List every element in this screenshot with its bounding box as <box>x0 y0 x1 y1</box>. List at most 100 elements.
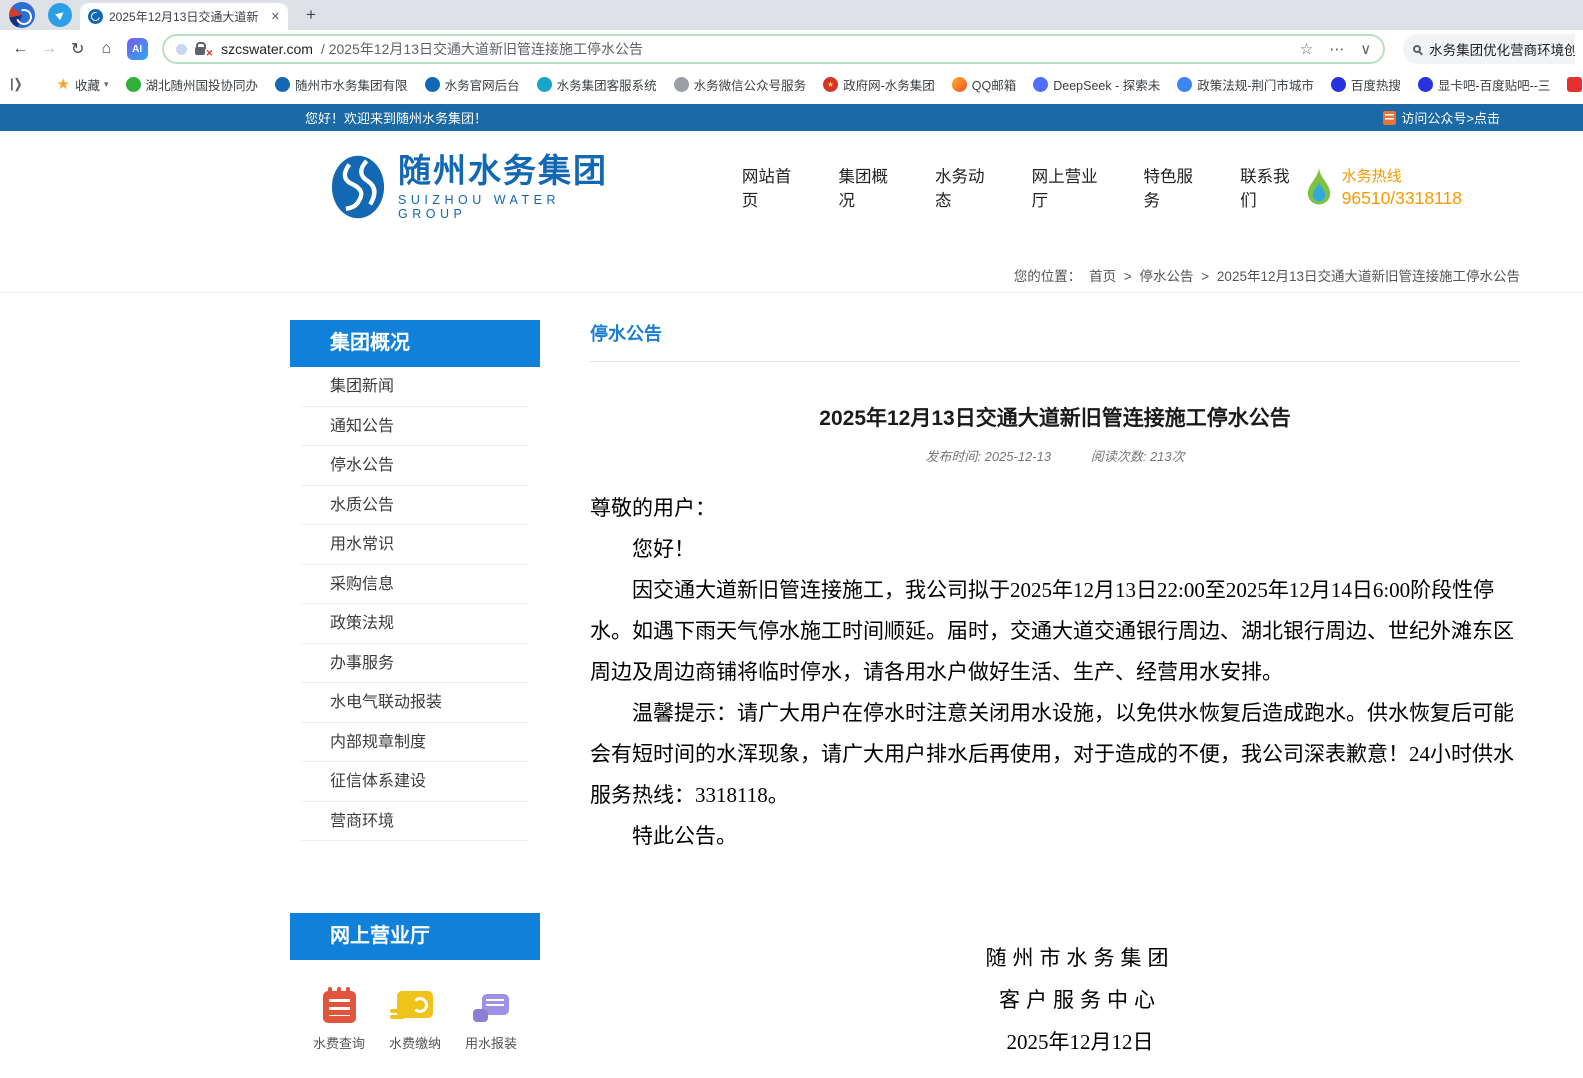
url-bar[interactable]: ✕ szcswater.com / 2025年12月13日交通大道新旧管连接施工… <box>162 34 1386 64</box>
service-bill-payment[interactable]: 水费缴纳 <box>378 985 452 1052</box>
bookmark-label: 政策法规-荆门市城市 <box>1197 75 1314 94</box>
logo-swirl-icon <box>330 154 386 220</box>
sidebar-item-internal-rules[interactable]: 内部规章制度 <box>301 723 529 763</box>
favorites-menu[interactable]: ★ 收藏 ▾ <box>57 75 109 94</box>
nav-online-hall[interactable]: 网上营业厅 <box>1030 157 1111 217</box>
site-favicon-icon <box>88 9 103 24</box>
url-domain: szcswater.com <box>221 41 313 57</box>
bookmark-label: 百度热搜 <box>1351 75 1401 94</box>
nav-group-overview[interactable]: 集团概况 <box>836 157 902 217</box>
hotline-number: 96510/3318118 <box>1342 188 1462 209</box>
bookmark-label: 政府网-水务集团 <box>843 75 935 94</box>
welcome-text: 您好！欢迎来到随州水务集团！ <box>305 108 487 127</box>
telegram-icon[interactable]: ▶ <box>48 3 72 27</box>
bookmark-item[interactable]: 百度热搜 <box>1331 75 1401 94</box>
sidebar: 集团概况 集团新闻 通知公告 停水公告 水质公告 用水常识 采购信息 政策法规 … <box>290 320 540 1078</box>
bookmark-item[interactable]: 水务微信公众号服务 <box>674 75 807 94</box>
sidebar-item-business-env[interactable]: 营商环境 <box>301 802 529 842</box>
bookmark-item[interactable]: 水务集团客服系统 <box>537 75 657 94</box>
sidebar-item-water-knowledge[interactable]: 用水常识 <box>301 525 529 565</box>
breadcrumb: 您的位置： 首页 > 停水公告 > 2025年12月13日交通大道新旧管连接施工… <box>290 243 1520 285</box>
favorites-label: 收藏 <box>75 75 100 94</box>
url-path: / 2025年12月13日交通大道新旧管连接施工停水公告 <box>321 39 643 59</box>
bookmark-item[interactable]: DeepSeek - 探索未 <box>1033 75 1160 94</box>
sidebar-item-joint-installation[interactable]: 水电气联动报装 <box>301 683 529 723</box>
bookmark-item[interactable]: 显卡吧-百度贴吧--三 <box>1418 75 1551 94</box>
browser-tab[interactable]: 2025年12月13日交通大道新 ✕ <box>80 3 288 30</box>
tab-close-icon[interactable]: ✕ <box>271 10 280 23</box>
site-logo[interactable]: 随州水务集团 SUIZHOU WATER GROUP <box>330 153 622 220</box>
sidebar-item-policies[interactable]: 政策法规 <box>301 604 529 644</box>
bookmark-item[interactable]: 湖北随州国投协同办 <box>126 75 259 94</box>
nav-water-news[interactable]: 水务动态 <box>933 157 999 217</box>
breadcrumb-home-link[interactable]: 首页 <box>1089 269 1116 284</box>
back-icon[interactable]: ← <box>8 36 33 62</box>
globe-gray-icon <box>674 77 689 92</box>
logo-title: 随州水务集团 <box>398 153 622 189</box>
bookmark-item[interactable]: 公文宝 <box>1567 75 1583 94</box>
bookmark-label: DeepSeek - 探索未 <box>1053 75 1160 94</box>
more-actions-icon[interactable]: ⋯ <box>1329 40 1344 58</box>
wechat-account-link[interactable]: 访问公众号>点击 <box>1383 108 1500 127</box>
browser-logo-icon[interactable] <box>9 2 35 28</box>
bill-query-icon <box>323 991 356 1023</box>
sidebar-item-notices[interactable]: 通知公告 <box>301 407 529 447</box>
breadcrumb-sep: > <box>1124 269 1132 284</box>
signature-org: 随州市水务集团 <box>920 937 1240 979</box>
ai-assistant-icon[interactable]: AI <box>127 38 148 60</box>
insecure-lock-icon[interactable] <box>195 47 205 55</box>
hotline-label: 水务热线 <box>1342 165 1462 186</box>
qq-mail-icon <box>952 77 967 92</box>
wallet-icon <box>397 991 433 1018</box>
bookmark-item[interactable]: 政策法规-荆门市城市 <box>1177 75 1314 94</box>
nav-contact-us[interactable]: 联系我们 <box>1238 157 1304 217</box>
reload-icon[interactable]: ↻ <box>65 36 90 62</box>
quick-search-box[interactable]: 水务集团优化营商环境创 <box>1403 34 1575 64</box>
sidebar-menu: 集团新闻 通知公告 停水公告 水质公告 用水常识 采购信息 政策法规 办事服务 … <box>290 367 540 841</box>
dropdown-chevron-icon[interactable]: ∨ <box>1360 40 1371 58</box>
paragraph: 因交通大道新旧管连接施工，我公司拟于2025年12月13日22:00至2025年… <box>590 570 1520 693</box>
paragraph: 特此公告。 <box>590 816 1520 857</box>
service-installation[interactable]: 用水报装 <box>454 985 528 1052</box>
sidebar-section-title: 集团概况 <box>290 320 540 367</box>
publish-date: 发布时间: 2025-12-13 <box>925 449 1051 464</box>
sidebar-toggle-icon[interactable]: |❭ <box>10 76 23 92</box>
sidebar-item-services[interactable]: 办事服务 <box>301 644 529 684</box>
search-text: 水务集团优化营商环境创 <box>1429 39 1575 59</box>
sidebar-item-group-news[interactable]: 集团新闻 <box>301 367 529 407</box>
article-body: 尊敬的用户： 您好！ 因交通大道新旧管连接施工，我公司拟于2025年12月13日… <box>590 488 1520 857</box>
service-label: 水费查询 <box>313 1033 365 1052</box>
sidebar-item-water-quality[interactable]: 水质公告 <box>301 486 529 526</box>
bookmark-star-icon[interactable]: ☆ <box>1300 40 1313 58</box>
tab-strip: ▶ 2025年12月13日交通大道新 ✕ + <box>0 0 1583 30</box>
bookmark-label: 水务官网后台 <box>445 75 520 94</box>
page-info-icon[interactable] <box>176 44 187 55</box>
bookmark-item[interactable]: QQ邮箱 <box>952 75 1016 94</box>
bookmark-item[interactable]: ★政府网-水务集团 <box>823 75 935 94</box>
sidebar-section-title: 网上营业厅 <box>290 913 540 960</box>
service-bill-query[interactable]: 水费查询 <box>302 985 376 1052</box>
new-tab-button[interactable]: + <box>298 2 324 28</box>
sidebar-item-credit-system[interactable]: 征信体系建设 <box>301 762 529 802</box>
sidebar-item-outage-notices[interactable]: 停水公告 <box>301 446 529 486</box>
bookmark-label: 水务集团客服系统 <box>557 75 657 94</box>
breadcrumb-sep: > <box>1201 269 1209 284</box>
bookmark-label: 水务微信公众号服务 <box>694 75 807 94</box>
service-label: 用水报装 <box>465 1033 517 1052</box>
bookmark-label: 随州市水务集团有限 <box>295 75 408 94</box>
breadcrumb-category-link[interactable]: 停水公告 <box>1140 269 1194 284</box>
home-icon[interactable]: ⌂ <box>94 36 119 62</box>
forward-icon[interactable]: → <box>37 36 62 62</box>
nav-home[interactable]: 网站首页 <box>740 157 806 217</box>
nav-special-services[interactable]: 特色服务 <box>1142 157 1208 217</box>
gear-green-icon <box>126 77 141 92</box>
breadcrumb-label: 您的位置： <box>1014 269 1082 284</box>
welcome-bar: 您好！欢迎来到随州水务集团！ 访问公众号>点击 <box>0 104 1583 131</box>
sidebar-item-procurement[interactable]: 采购信息 <box>301 565 529 605</box>
bookmark-item[interactable]: 水务官网后台 <box>425 75 520 94</box>
bookmark-item[interactable]: 随州市水务集团有限 <box>275 75 408 94</box>
article-meta: 发布时间: 2025-12-13 阅读次数: 213次 <box>590 446 1520 465</box>
caret-down-icon: ▾ <box>104 79 109 90</box>
globe-blue-icon <box>1177 77 1192 92</box>
search-icon <box>1413 45 1421 53</box>
